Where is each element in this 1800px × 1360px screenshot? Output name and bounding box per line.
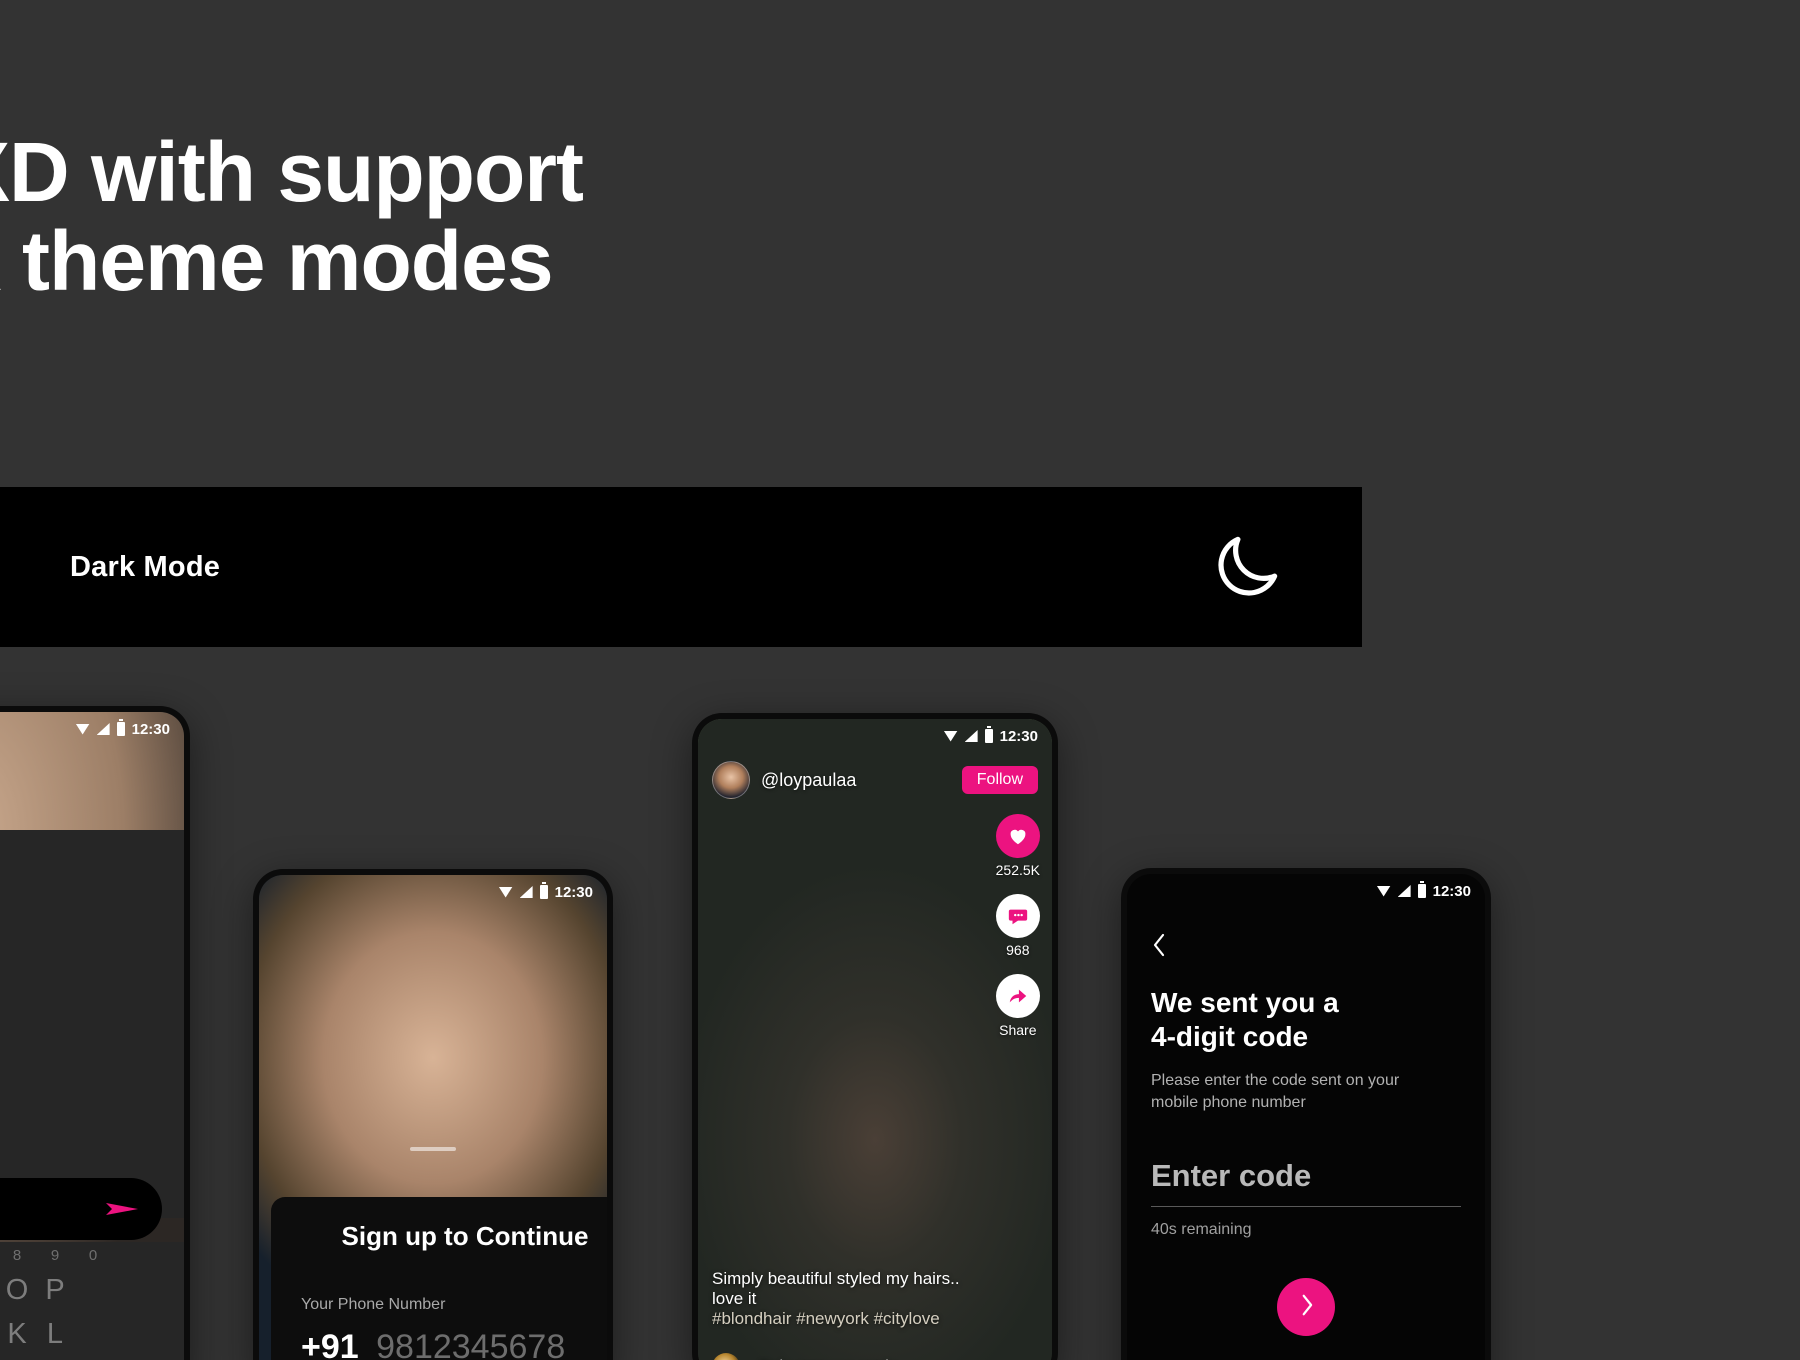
battery-icon bbox=[116, 719, 125, 736]
next-button[interactable] bbox=[1277, 1278, 1335, 1336]
key-letter[interactable]: K bbox=[0, 1318, 36, 1351]
signup-card: Sign up to Continue Your Phone Number +9… bbox=[271, 1197, 607, 1360]
headline-line-1: XD with support bbox=[0, 125, 584, 219]
wifi-icon bbox=[75, 723, 90, 735]
comment-input[interactable]: nt bbox=[0, 1178, 162, 1240]
cellular-icon bbox=[519, 886, 533, 898]
caption-hashtags[interactable]: #blondhair #newyork #citylove bbox=[712, 1309, 978, 1329]
comment-count: 968 bbox=[1006, 942, 1030, 958]
headline-line-2: k theme modes bbox=[0, 214, 554, 309]
cellular-icon bbox=[96, 723, 110, 735]
moon-icon bbox=[1208, 528, 1286, 606]
key-letter[interactable]: L bbox=[36, 1318, 74, 1351]
keyboard-row-1[interactable]: Y U I O P bbox=[0, 1268, 184, 1312]
send-icon[interactable] bbox=[104, 1196, 140, 1222]
feed-header: @loypaulaa Follow bbox=[712, 761, 1038, 799]
key-letter[interactable]: P bbox=[36, 1274, 74, 1307]
user-handle[interactable]: @loypaulaa bbox=[761, 770, 951, 791]
status-time: 12:30 bbox=[131, 720, 170, 738]
phone-feed-screen: 12:30 @loypaulaa Follow 252.5K 968 Share… bbox=[692, 713, 1058, 1360]
video-caption: Simply beautiful styled my hairs.. love … bbox=[712, 1269, 978, 1329]
like-action[interactable]: 252.5K bbox=[996, 814, 1040, 878]
comments-screen-surface: 12:30 mments bbox=[0, 712, 184, 1360]
follow-button[interactable]: Follow bbox=[961, 766, 1038, 794]
status-bar: 12:30 bbox=[0, 712, 184, 746]
drag-handle[interactable] bbox=[410, 1147, 456, 1151]
wifi-icon bbox=[1376, 885, 1391, 897]
status-bar: 12:30 bbox=[698, 719, 1052, 753]
status-bar: 12:30 bbox=[1127, 874, 1485, 908]
chevron-right-icon bbox=[1299, 1293, 1314, 1322]
like-count: 252.5K bbox=[995, 862, 1040, 878]
avatar[interactable] bbox=[712, 761, 750, 799]
phone-number-field[interactable]: +91 9812345678 bbox=[301, 1328, 607, 1360]
heart-icon[interactable] bbox=[995, 814, 1040, 858]
status-bar: 12:30 bbox=[259, 875, 607, 909]
cellular-icon bbox=[964, 730, 978, 742]
music-row[interactable]: ♫ Rain over me again bbox=[712, 1353, 898, 1360]
keyboard-number-row[interactable]: 6 6 7 8 9 0 bbox=[0, 1242, 184, 1268]
otp-input-placeholder: Enter code bbox=[1151, 1158, 1312, 1193]
dark-mode-label: Dark Mode bbox=[70, 550, 221, 583]
wifi-icon bbox=[943, 730, 958, 742]
phone-signup-screen: 12:30 Sign up to Continue Your Phone Num… bbox=[253, 869, 613, 1360]
share-icon[interactable] bbox=[995, 974, 1040, 1018]
dark-mode-banner[interactable]: Dark Mode bbox=[0, 487, 1362, 647]
keyboard-row-2[interactable]: G H J K L bbox=[0, 1312, 184, 1356]
on-screen-keyboard[interactable]: 6 6 7 8 9 0 Y U I O P G H J bbox=[0, 1242, 184, 1360]
country-code: +91 bbox=[301, 1328, 359, 1360]
status-time: 12:30 bbox=[999, 727, 1038, 745]
share-label: Share bbox=[999, 1022, 1037, 1038]
otp-subtitle: Please enter the code sent on your mobil… bbox=[1151, 1072, 1400, 1111]
cellular-icon bbox=[1397, 885, 1411, 897]
otp-timer: 40s remaining bbox=[1151, 1221, 1252, 1238]
signup-screen-surface: 12:30 Sign up to Continue Your Phone Num… bbox=[259, 875, 607, 1360]
caption-text: Simply beautiful styled my hairs.. love … bbox=[712, 1269, 960, 1308]
otp-input[interactable]: Enter code 40s remaining bbox=[1151, 1158, 1461, 1239]
otp-title: We sent you a 4-digit code bbox=[1151, 987, 1339, 1052]
music-avatar: ♫ bbox=[712, 1353, 740, 1360]
wifi-icon bbox=[498, 886, 513, 898]
battery-icon bbox=[984, 726, 993, 743]
status-time: 12:30 bbox=[554, 883, 593, 901]
feed-screen-surface: 12:30 @loypaulaa Follow 252.5K 968 Share… bbox=[698, 719, 1052, 1360]
comment-icon[interactable] bbox=[995, 894, 1040, 938]
otp-screen-surface: 12:30 We sent you a 4-digit code Please … bbox=[1127, 874, 1485, 1360]
comment-action[interactable]: 968 bbox=[995, 894, 1040, 958]
comments-sheet: mments bbox=[0, 830, 184, 1218]
key-num[interactable]: 8 bbox=[0, 1247, 36, 1264]
key-letter[interactable]: O bbox=[0, 1274, 36, 1307]
battery-icon bbox=[1417, 881, 1426, 898]
phone-number-value: 9812345678 bbox=[376, 1328, 566, 1360]
page-title: XD with support k theme modes bbox=[0, 125, 584, 309]
signup-heading: Sign up to Continue bbox=[341, 1221, 589, 1251]
phone-comments-screen: 12:30 mments bbox=[0, 706, 190, 1360]
action-rail: 252.5K 968 Share bbox=[996, 814, 1040, 1050]
input-underline bbox=[1151, 1206, 1461, 1207]
key-num[interactable]: 9 bbox=[36, 1247, 74, 1264]
status-time: 12:30 bbox=[1432, 882, 1471, 900]
chevron-left-icon[interactable] bbox=[1151, 932, 1167, 958]
phone-otp-screen: 12:30 We sent you a 4-digit code Please … bbox=[1121, 868, 1491, 1360]
share-action[interactable]: Share bbox=[995, 974, 1040, 1038]
key-num[interactable]: 0 bbox=[74, 1247, 112, 1264]
page-root: XD with support k theme modes Dark Mode … bbox=[0, 0, 1800, 1360]
battery-icon bbox=[539, 882, 548, 899]
phone-field-label: Your Phone Number bbox=[301, 1296, 446, 1313]
